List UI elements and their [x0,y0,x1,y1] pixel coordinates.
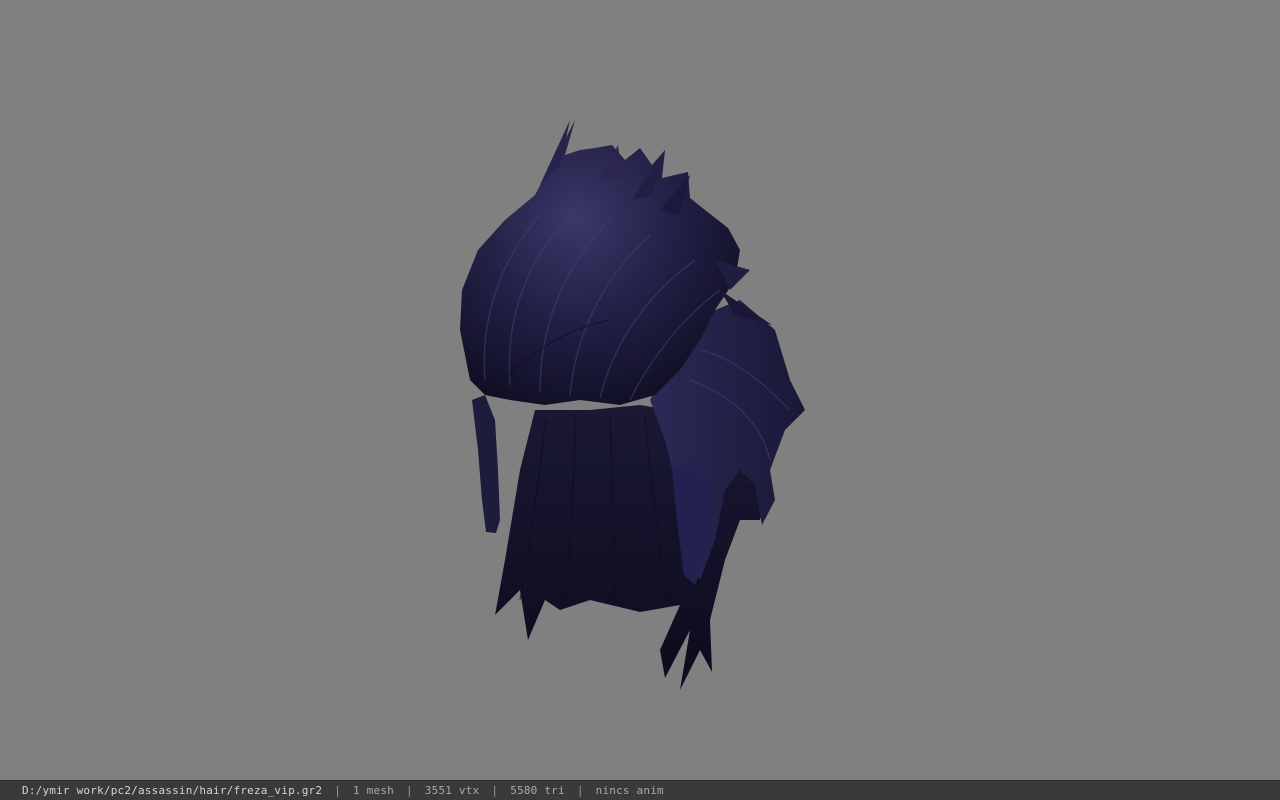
hair-left-strand [472,395,500,533]
status-bar: D:/ymir work/pc2/assassin/hair/freza_vip… [0,780,1280,800]
status-separator: | [491,784,499,797]
status-animation: nincs anim [595,784,664,797]
model-viewer-window: D:/ymir work/pc2/assassin/hair/freza_vip… [0,0,1280,800]
status-triangle-count: 5580 tri [510,784,565,797]
status-file-path: D:/ymir work/pc2/assassin/hair/freza_vip… [22,784,323,797]
status-vertex-count: 3551 vtx [424,784,480,797]
status-separator: | [334,784,342,797]
status-separator: | [405,784,413,797]
status-mesh-count: 1 mesh [353,784,394,797]
hair-model [460,120,805,690]
status-separator: | [576,784,584,797]
3d-viewport[interactable] [0,0,1280,780]
